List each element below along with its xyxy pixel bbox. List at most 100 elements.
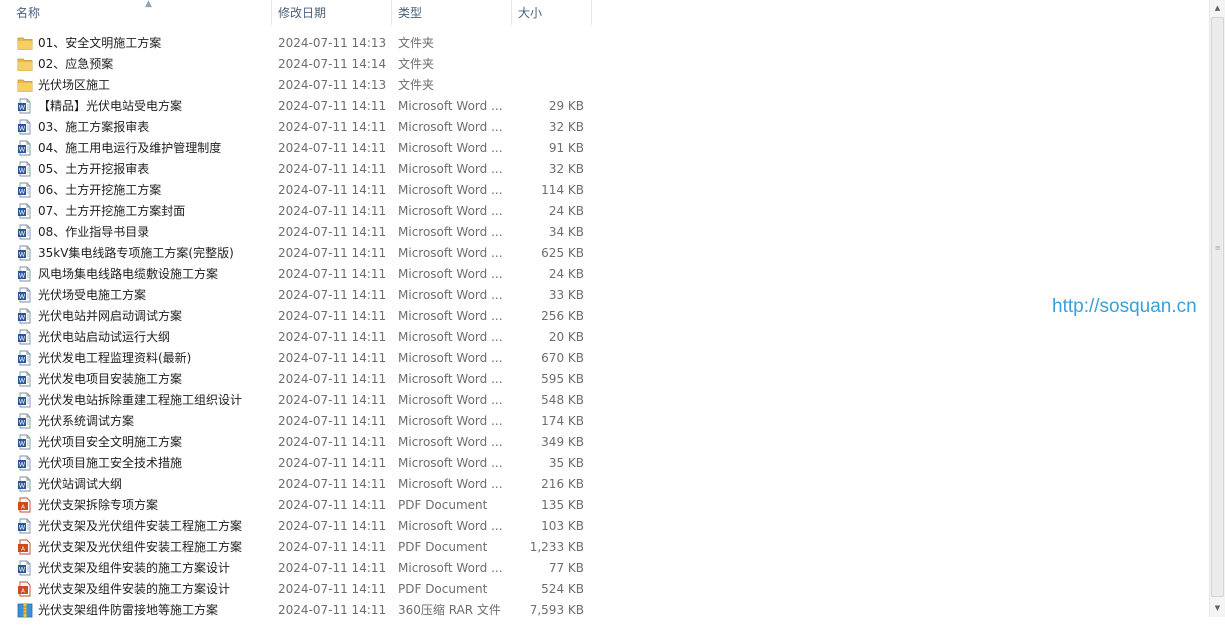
- svg-text:W: W: [19, 104, 26, 112]
- file-row[interactable]: W 05、土方开挖报审表 2024-07-11 14:11 Microsoft Wor…: [0, 159, 600, 180]
- file-row[interactable]: W 光伏项目安全文明施工方案 2024-07-11 14:11 Microsoft W…: [0, 432, 600, 453]
- file-size: 548 KB: [541, 393, 584, 407]
- file-type: Microsoft Word ...: [398, 372, 503, 386]
- file-type: Microsoft Word ...: [398, 288, 503, 302]
- file-type: Microsoft Word ...: [398, 519, 503, 533]
- file-type: Microsoft Word ...: [398, 141, 503, 155]
- file-size: 32 KB: [548, 120, 584, 134]
- file-modified-date: 2024-07-11 14:11: [278, 519, 387, 533]
- file-row[interactable]: 01、安全文明施工方案 2024-07-11 14:13 文件夹: [0, 33, 600, 54]
- file-name: 风电场集电线路电缆敷设施工方案: [38, 267, 219, 281]
- file-type: Microsoft Word ...: [398, 561, 503, 575]
- file-name: 【精品】光伏电站受电方案: [38, 99, 183, 113]
- file-size: 24 KB: [548, 267, 584, 281]
- word-doc-icon: W: [17, 350, 33, 366]
- svg-text:A: A: [21, 504, 25, 510]
- file-modified-date: 2024-07-11 14:11: [278, 435, 387, 449]
- word-doc-icon: W: [17, 392, 33, 408]
- file-name: 光伏支架拆除专项方案: [38, 498, 159, 512]
- svg-text:W: W: [19, 293, 26, 301]
- file-row[interactable]: W 光伏支架及光伏组件安装工程施工方案 2024-07-11 14:11 Micros…: [0, 516, 600, 537]
- file-size: 29 KB: [548, 99, 584, 113]
- file-size: 256 KB: [541, 309, 584, 323]
- file-row[interactable]: W 35kV集电线路专项施工方案(完整版) 2024-07-11 14:11 Micr…: [0, 243, 600, 264]
- file-modified-date: 2024-07-11 14:11: [278, 246, 387, 260]
- file-modified-date: 2024-07-11 14:11: [278, 498, 387, 512]
- svg-text:W: W: [19, 419, 26, 427]
- column-header-type[interactable]: 类型: [392, 0, 512, 25]
- column-header-size[interactable]: 大小: [512, 0, 592, 25]
- file-row[interactable]: A 光伏支架拆除专项方案 2024-07-11 14:11 PDF Document 1…: [0, 495, 600, 516]
- word-doc-icon: W: [17, 308, 33, 324]
- file-name: 光伏发电项目安装施工方案: [38, 372, 183, 386]
- file-name: 01、安全文明施工方案: [38, 36, 162, 50]
- vertical-scrollbar[interactable]: ▲ ≡ ▼: [1209, 0, 1225, 617]
- file-modified-date: 2024-07-11 14:11: [278, 204, 387, 218]
- file-row[interactable]: A 光伏支架及组件安装的施工方案设计 2024-07-11 14:11 PDF Doc…: [0, 579, 600, 600]
- svg-text:W: W: [19, 356, 26, 364]
- file-row[interactable]: W 光伏站调试大纲 2024-07-11 14:11 Microsoft Word .…: [0, 474, 600, 495]
- file-row[interactable]: W 光伏发电项目安装施工方案 2024-07-11 14:11 Microsoft W…: [0, 369, 600, 390]
- svg-text:W: W: [19, 125, 26, 133]
- file-row[interactable]: 光伏支架组件防雷接地等施工方案 2024-07-11 14:11 360压缩 RAR…: [0, 600, 600, 621]
- file-row[interactable]: W 光伏发电站拆除重建工程施工组织设计 2024-07-11 14:11 Micros…: [0, 390, 600, 411]
- file-row[interactable]: W 03、施工方案报审表 2024-07-11 14:11 Microsoft Wor…: [0, 117, 600, 138]
- column-header-size-label: 大小: [518, 6, 543, 20]
- file-name: 08、作业指导书目录: [38, 225, 150, 239]
- file-row[interactable]: W 光伏电站并网启动调试方案 2024-07-11 14:11 Microsoft W…: [0, 306, 600, 327]
- file-row[interactable]: W 光伏支架及组件安装的施工方案设计 2024-07-11 14:11 Microso…: [0, 558, 600, 579]
- word-doc-icon: W: [17, 413, 33, 429]
- file-type: 文件夹: [398, 78, 435, 92]
- file-type: Microsoft Word ...: [398, 435, 503, 449]
- file-name: 05、土方开挖报审表: [38, 162, 150, 176]
- file-row[interactable]: W 光伏场受电施工方案 2024-07-11 14:11 Microsoft Word…: [0, 285, 600, 306]
- file-row[interactable]: W 光伏电站启动试运行大纲 2024-07-11 14:11 Microsoft Wo…: [0, 327, 600, 348]
- word-doc-icon: W: [17, 329, 33, 345]
- file-modified-date: 2024-07-11 14:11: [278, 225, 387, 239]
- pdf-icon: A: [17, 581, 33, 597]
- scroll-down-arrow-icon[interactable]: ▼: [1210, 600, 1225, 617]
- file-name: 光伏项目施工安全技术措施: [38, 456, 183, 470]
- file-row[interactable]: W 光伏系统调试方案 2024-07-11 14:11 Microsoft Word …: [0, 411, 600, 432]
- file-row[interactable]: W 光伏项目施工安全技术措施 2024-07-11 14:11 Microsoft W…: [0, 453, 600, 474]
- column-header-name-label: 名称: [16, 6, 41, 20]
- file-name: 光伏支架及光伏组件安装工程施工方案: [38, 540, 243, 554]
- file-row[interactable]: 光伏场区施工 2024-07-11 14:13 文件夹: [0, 75, 600, 96]
- file-modified-date: 2024-07-11 14:11: [278, 393, 387, 407]
- file-size: 670 KB: [541, 351, 584, 365]
- file-modified-date: 2024-07-11 14:11: [278, 162, 387, 176]
- file-size: 32 KB: [548, 162, 584, 176]
- file-row[interactable]: A 光伏支架及光伏组件安装工程施工方案 2024-07-11 14:11 PDF Do…: [0, 537, 600, 558]
- file-name: 光伏电站启动试运行大纲: [38, 330, 171, 344]
- file-type: 文件夹: [398, 57, 435, 71]
- scroll-up-arrow-icon[interactable]: ▲: [1210, 0, 1225, 17]
- file-type: Microsoft Word ...: [398, 120, 503, 134]
- svg-text:W: W: [19, 209, 26, 217]
- file-type: Microsoft Word ...: [398, 456, 503, 470]
- file-row[interactable]: W 光伏发电工程监理资料(最新) 2024-07-11 14:11 Microsoft…: [0, 348, 600, 369]
- file-type: Microsoft Word ...: [398, 246, 503, 260]
- word-doc-icon: W: [17, 245, 33, 261]
- file-modified-date: 2024-07-11 14:11: [278, 288, 387, 302]
- column-header-date[interactable]: 修改日期: [272, 0, 392, 25]
- file-modified-date: 2024-07-11 14:11: [278, 99, 387, 113]
- pdf-icon: A: [17, 497, 33, 513]
- column-header-name[interactable]: 名称 ▲: [10, 0, 272, 25]
- file-row[interactable]: W 04、施工用电运行及维护管理制度 2024-07-11 14:11 Microso…: [0, 138, 600, 159]
- scrollbar-thumb[interactable]: ≡: [1211, 17, 1224, 597]
- svg-text:W: W: [19, 566, 26, 574]
- file-row[interactable]: W 06、土方开挖施工方案 2024-07-11 14:11 Microsoft Wo…: [0, 180, 600, 201]
- file-name: 光伏电站并网启动调试方案: [38, 309, 183, 323]
- folder-icon: [17, 56, 33, 72]
- svg-text:W: W: [19, 377, 26, 385]
- file-size: 595 KB: [541, 372, 584, 386]
- file-row[interactable]: W 【精品】光伏电站受电方案 2024-07-11 14:11 Microsoft W…: [0, 96, 600, 117]
- svg-text:W: W: [19, 272, 26, 280]
- column-header-date-label: 修改日期: [278, 6, 327, 20]
- file-row[interactable]: W 08、作业指导书目录 2024-07-11 14:11 Microsoft Wor…: [0, 222, 600, 243]
- file-size: 91 KB: [548, 141, 584, 155]
- file-row[interactable]: W 风电场集电线路电缆敷设施工方案 2024-07-11 14:11 Microsof…: [0, 264, 600, 285]
- file-row[interactable]: W 07、土方开挖施工方案封面 2024-07-11 14:11 Microsoft …: [0, 201, 600, 222]
- file-name: 35kV集电线路专项施工方案(完整版): [38, 246, 234, 260]
- file-row[interactable]: 02、应急预案 2024-07-11 14:14 文件夹: [0, 54, 600, 75]
